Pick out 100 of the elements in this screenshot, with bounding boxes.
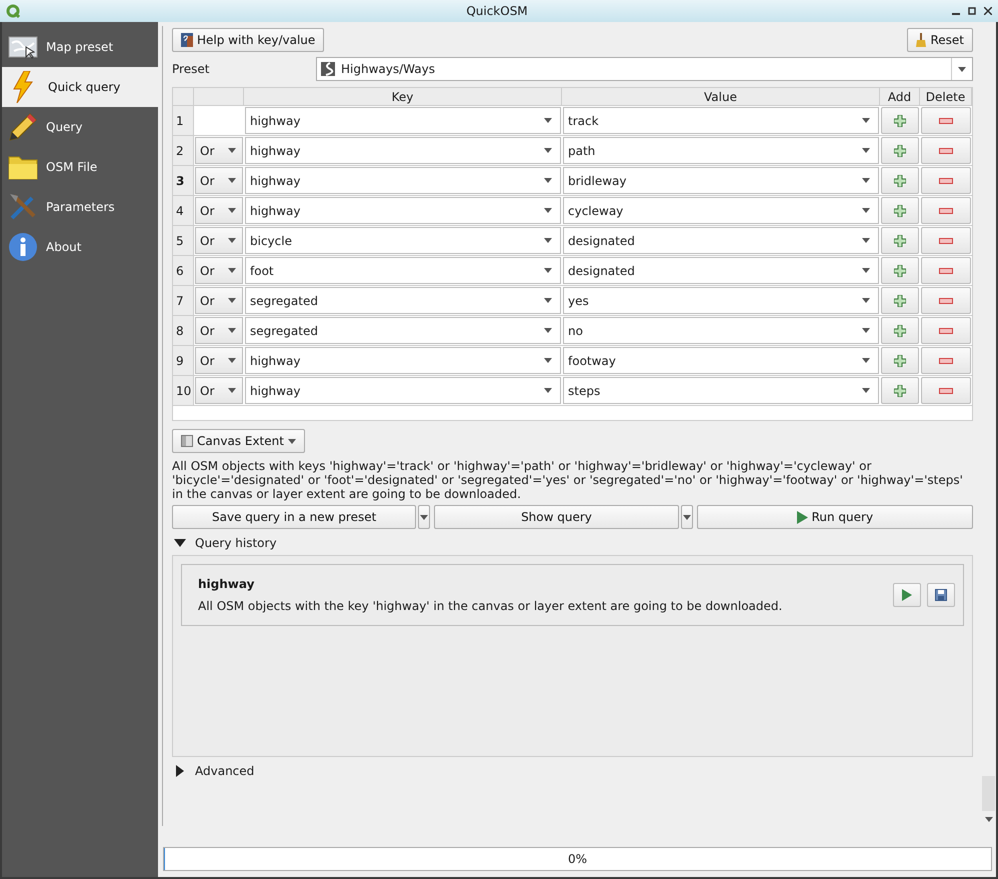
run-history-button[interactable] <box>893 583 921 607</box>
advanced-toggle[interactable]: Advanced <box>174 763 973 779</box>
delete-row-button[interactable] <box>921 107 971 134</box>
value-combobox[interactable]: designated <box>563 227 879 254</box>
broom-icon <box>916 33 926 47</box>
plus-icon <box>894 174 906 186</box>
run-query-button[interactable]: Run query <box>696 505 973 529</box>
column-header: Delete <box>920 88 972 106</box>
delete-row-button[interactable] <box>921 347 971 374</box>
maximize-icon[interactable] <box>968 7 976 15</box>
delete-row-button[interactable] <box>921 377 971 404</box>
dropdown-arrow-icon <box>420 514 428 520</box>
delete-row-button[interactable] <box>921 317 971 344</box>
add-row-button[interactable] <box>881 107 919 134</box>
minus-icon <box>939 208 953 214</box>
sidebar-item[interactable]: Query <box>2 107 158 147</box>
key-combobox[interactable]: highway <box>245 377 561 404</box>
plus-icon <box>894 324 906 336</box>
show-menu-button[interactable] <box>680 505 693 529</box>
delete-row-button[interactable] <box>921 227 971 254</box>
plus-icon <box>894 264 906 276</box>
value-combobox[interactable]: bridleway <box>563 167 879 194</box>
add-row-button[interactable] <box>881 197 919 224</box>
operator-dropdown[interactable]: Or <box>195 227 243 254</box>
key-combobox[interactable]: segregated <box>245 317 561 344</box>
key-combobox[interactable]: highway <box>245 167 561 194</box>
operator-dropdown[interactable]: Or <box>195 257 243 284</box>
operator-dropdown[interactable]: Or <box>195 197 243 224</box>
tools-icon <box>8 192 38 222</box>
save-preset-button[interactable]: Save query in a new preset <box>172 505 416 529</box>
sidebar-item[interactable]: Quick query <box>2 67 158 107</box>
dropdown-arrow-icon <box>228 178 236 183</box>
close-icon[interactable] <box>984 7 992 15</box>
extent-dropdown[interactable]: Canvas Extent <box>172 429 305 453</box>
add-row-button[interactable] <box>881 137 919 164</box>
value-combobox[interactable]: cycleway <box>563 197 879 224</box>
add-row-button[interactable] <box>881 167 919 194</box>
operator-dropdown[interactable]: Or <box>195 347 243 374</box>
minus-icon <box>939 178 953 184</box>
key-combobox[interactable]: highway <box>245 107 561 134</box>
sidebar-item[interactable]: Map preset <box>2 27 158 67</box>
column-header: Add <box>880 88 920 106</box>
help-button[interactable]: Help with key/value <box>172 28 324 52</box>
operator-dropdown[interactable]: Or <box>195 137 243 164</box>
value-combobox[interactable]: footway <box>563 347 879 374</box>
add-row-button[interactable] <box>881 377 919 404</box>
operator-dropdown[interactable]: Or <box>195 317 243 344</box>
value-combobox[interactable]: designated <box>563 257 879 284</box>
value-combobox[interactable]: path <box>563 137 879 164</box>
key-combobox[interactable]: highway <box>245 197 561 224</box>
add-row-button[interactable] <box>881 317 919 344</box>
value-combobox[interactable]: steps <box>563 377 879 404</box>
key-combobox[interactable]: bicycle <box>245 227 561 254</box>
scrollbar-thumb[interactable] <box>982 776 995 811</box>
play-icon <box>902 589 912 601</box>
operator-dropdown[interactable]: Or <box>195 287 243 314</box>
value-combobox[interactable]: yes <box>563 287 879 314</box>
show-query-button[interactable]: Show query <box>434 505 679 529</box>
scroll-down-icon[interactable] <box>984 817 992 822</box>
add-row-button[interactable] <box>881 227 919 254</box>
plus-icon <box>894 384 906 396</box>
sidebar-item[interactable]: OSM File <box>2 147 158 187</box>
sidebar-item[interactable]: About <box>2 227 158 267</box>
value-combobox[interactable]: track <box>563 107 879 134</box>
dropdown-arrow-icon <box>862 208 870 213</box>
add-row-button[interactable] <box>881 257 919 284</box>
reset-button[interactable]: Reset <box>907 28 973 52</box>
add-row-button[interactable] <box>881 287 919 314</box>
dropdown-arrow-icon <box>862 118 870 123</box>
save-icon <box>935 589 947 601</box>
save-history-button[interactable] <box>927 583 955 607</box>
row-number: 2 <box>173 136 194 166</box>
history-title: highway <box>198 577 256 591</box>
value-combobox[interactable]: no <box>563 317 879 344</box>
dropdown-arrow-icon <box>682 514 691 520</box>
row-number: 4 <box>173 196 194 226</box>
dropdown-arrow-icon <box>228 238 236 243</box>
delete-row-button[interactable] <box>921 167 971 194</box>
delete-row-button[interactable] <box>921 287 971 314</box>
query-history-toggle[interactable]: Query history <box>174 535 973 551</box>
dropdown-arrow-icon <box>862 388 870 393</box>
key-combobox[interactable]: highway <box>245 347 561 374</box>
save-menu-button[interactable] <box>418 505 430 529</box>
preset-dropdown[interactable]: Highways/Ways <box>316 57 973 81</box>
delete-row-button[interactable] <box>921 197 971 224</box>
app-logo-icon <box>6 4 20 18</box>
add-row-button[interactable] <box>881 347 919 374</box>
delete-row-button[interactable] <box>921 137 971 164</box>
key-combobox[interactable]: segregated <box>245 287 561 314</box>
dropdown-arrow-icon <box>544 148 552 153</box>
operator-dropdown[interactable]: Or <box>195 377 243 404</box>
sidebar-item[interactable]: Parameters <box>2 187 158 227</box>
key-combobox[interactable]: highway <box>245 137 561 164</box>
row-number: 3 <box>173 166 194 196</box>
operator-dropdown[interactable]: Or <box>195 167 243 194</box>
play-icon <box>796 510 808 524</box>
key-combobox[interactable]: foot <box>245 257 561 284</box>
plus-icon <box>894 294 906 306</box>
delete-row-button[interactable] <box>921 257 971 284</box>
plus-icon <box>894 354 906 366</box>
